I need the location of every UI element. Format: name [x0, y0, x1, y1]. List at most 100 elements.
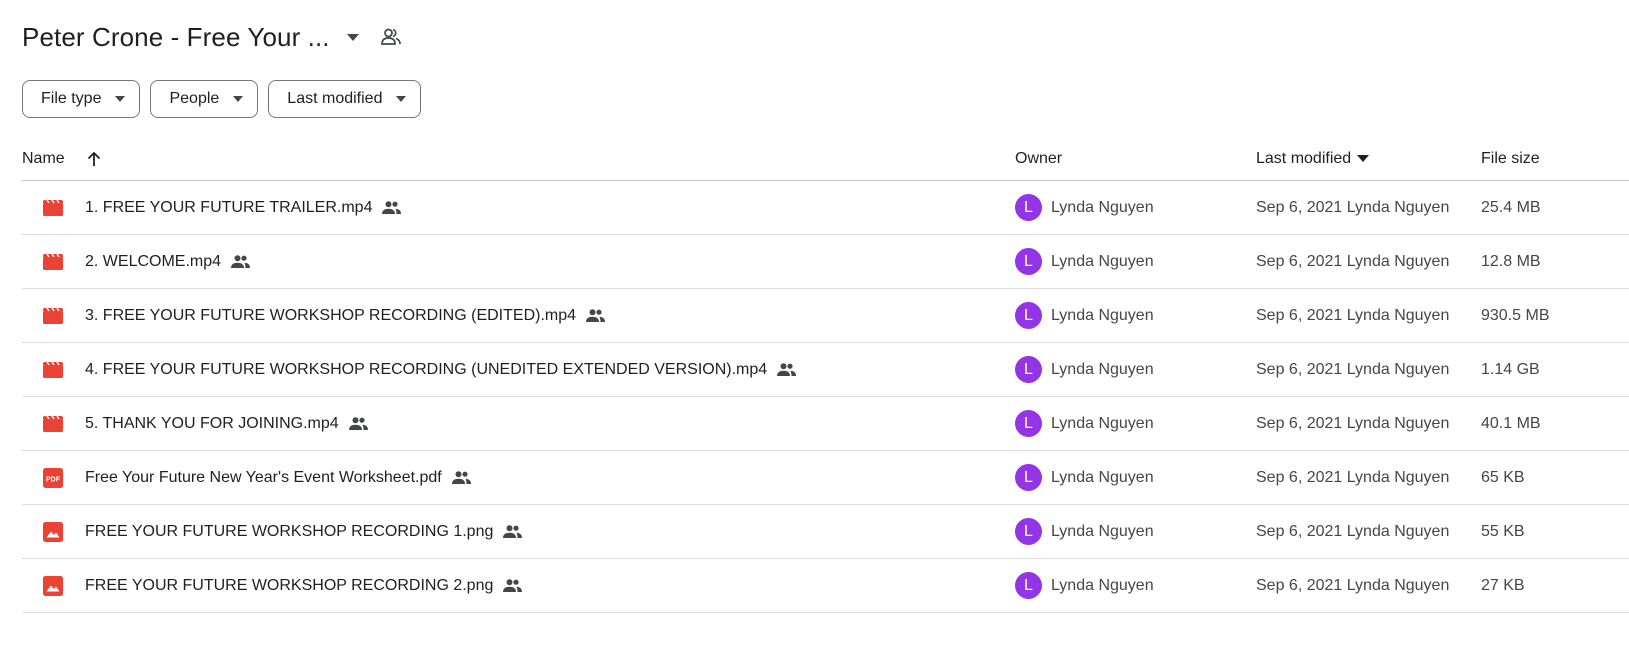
image-icon: [43, 521, 63, 542]
file-name[interactable]: FREE YOUR FUTURE WORKSHOP RECORDING 1.pn…: [85, 523, 493, 541]
avatar: L: [1015, 464, 1042, 491]
owner-cell: L Lynda Nguyen: [1015, 464, 1256, 491]
owner-name: Lynda Nguyen: [1051, 306, 1154, 324]
filter-chip-label: File type: [41, 90, 102, 107]
folder-header: Peter Crone - Free Your ...: [22, 14, 408, 60]
name-cell: FREE YOUR FUTURE WORKSHOP RECORDING 1.pn…: [22, 521, 1015, 542]
shared-people-icon[interactable]: [374, 20, 408, 54]
column-owner-label: Owner: [1015, 149, 1063, 167]
last-modified-text: Sep 6, 2021 Lynda Nguyen: [1256, 252, 1450, 270]
last-modified-text: Sep 6, 2021 Lynda Nguyen: [1256, 522, 1450, 540]
last-modified-text: Sep 6, 2021 Lynda Nguyen: [1256, 306, 1450, 324]
file-size-text: 65 KB: [1481, 468, 1525, 486]
pdf-icon: PDF: [43, 467, 63, 488]
column-owner-header[interactable]: Owner: [1015, 150, 1256, 168]
shared-people-icon: [382, 201, 402, 214]
last-modified-text: Sep 6, 2021 Lynda Nguyen: [1256, 198, 1450, 216]
file-size-cell: 55 KB: [1481, 523, 1629, 541]
table-row[interactable]: FREE YOUR FUTURE WORKSHOP RECORDING 1.pn…: [22, 505, 1629, 559]
table-row[interactable]: 2. WELCOME.mp4 L Lynda Nguyen Sep 6, 2021 L…: [22, 235, 1629, 289]
table-row[interactable]: 1. FREE YOUR FUTURE TRAILER.mp4 L Lynda Ng…: [22, 181, 1629, 235]
file-name[interactable]: 3. FREE YOUR FUTURE WORKSHOP RECORDING (…: [85, 307, 576, 325]
svg-text:PDF: PDF: [46, 476, 61, 483]
column-last-modified-header[interactable]: Last modified: [1256, 150, 1481, 168]
file-name[interactable]: 4. FREE YOUR FUTURE WORKSHOP RECORDING (…: [85, 361, 767, 379]
last-modified-cell: Sep 6, 2021 Lynda Nguyen: [1256, 253, 1481, 271]
file-size-text: 55 KB: [1481, 522, 1525, 540]
file-size-text: 27 KB: [1481, 576, 1525, 594]
video-icon: [43, 198, 63, 218]
name-cell: 4. FREE YOUR FUTURE WORKSHOP RECORDING (…: [22, 360, 1015, 380]
file-name[interactable]: 2. WELCOME.mp4: [85, 253, 221, 271]
last-modified-cell: Sep 6, 2021 Lynda Nguyen: [1256, 577, 1481, 595]
chevron-down-icon: [115, 96, 126, 102]
avatar: L: [1015, 194, 1042, 221]
avatar: L: [1015, 302, 1042, 329]
column-file-size-header[interactable]: File size: [1481, 150, 1629, 168]
last-modified-cell: Sep 6, 2021 Lynda Nguyen: [1256, 361, 1481, 379]
arrow-up-icon[interactable]: [87, 151, 101, 166]
owner-name: Lynda Nguyen: [1051, 576, 1154, 594]
filter-chip-people[interactable]: People: [150, 80, 259, 118]
file-size-cell: 65 KB: [1481, 469, 1629, 487]
file-name[interactable]: FREE YOUR FUTURE WORKSHOP RECORDING 2.pn…: [85, 577, 493, 595]
table-row[interactable]: FREE YOUR FUTURE WORKSHOP RECORDING 2.pn…: [22, 559, 1629, 613]
column-name-label: Name: [22, 149, 65, 167]
avatar: L: [1015, 356, 1042, 383]
shared-people-icon: [586, 309, 606, 322]
drive-folder-view: Peter Crone - Free Your ... File type Peo…: [0, 0, 1629, 654]
file-name[interactable]: 1. FREE YOUR FUTURE TRAILER.mp4: [85, 199, 372, 217]
chevron-down-icon[interactable]: [1357, 155, 1370, 162]
column-last-modified-label: Last modified: [1256, 149, 1352, 167]
chevron-down-icon: [233, 96, 244, 102]
last-modified-text: Sep 6, 2021 Lynda Nguyen: [1256, 468, 1450, 486]
table-row[interactable]: PDF Free Your Future New Year's Event Wor…: [22, 451, 1629, 505]
file-size-text: 12.8 MB: [1481, 252, 1541, 270]
file-name[interactable]: 5. THANK YOU FOR JOINING.mp4: [85, 415, 339, 433]
file-size-text: 930.5 MB: [1481, 306, 1550, 324]
file-size-cell: 12.8 MB: [1481, 253, 1629, 271]
folder-title[interactable]: Peter Crone - Free Your ...: [22, 22, 330, 53]
shared-people-icon: [503, 579, 523, 592]
file-name[interactable]: Free Your Future New Year's Event Worksh…: [85, 469, 442, 487]
chevron-down-icon[interactable]: [336, 20, 370, 54]
file-size-cell: 930.5 MB: [1481, 307, 1629, 325]
owner-cell: L Lynda Nguyen: [1015, 410, 1256, 437]
column-name-header[interactable]: Name: [22, 150, 1015, 168]
file-size-cell: 40.1 MB: [1481, 415, 1629, 433]
filter-chip-label: People: [169, 90, 220, 107]
avatar: L: [1015, 518, 1042, 545]
column-file-size-label: File size: [1481, 149, 1540, 167]
filter-chip-file-type[interactable]: File type: [22, 80, 141, 118]
avatar: L: [1015, 410, 1042, 437]
avatar: L: [1015, 572, 1042, 599]
shared-people-icon: [348, 417, 368, 430]
last-modified-cell: Sep 6, 2021 Lynda Nguyen: [1256, 469, 1481, 487]
table-row[interactable]: 3. FREE YOUR FUTURE WORKSHOP RECORDING (…: [22, 289, 1629, 343]
video-icon: [43, 306, 63, 326]
last-modified-text: Sep 6, 2021 Lynda Nguyen: [1256, 360, 1450, 378]
filter-chip-last-modified[interactable]: Last modified: [268, 80, 422, 118]
video-icon: [43, 414, 63, 434]
owner-name: Lynda Nguyen: [1051, 252, 1154, 270]
shared-people-icon: [777, 363, 797, 376]
video-icon: [43, 252, 63, 272]
name-cell: PDF Free Your Future New Year's Event Wor…: [22, 467, 1015, 488]
name-cell: 5. THANK YOU FOR JOINING.mp4: [22, 414, 1015, 434]
file-size-text: 1.14 GB: [1481, 360, 1540, 378]
owner-name: Lynda Nguyen: [1051, 360, 1154, 378]
owner-cell: L Lynda Nguyen: [1015, 518, 1256, 545]
owner-cell: L Lynda Nguyen: [1015, 572, 1256, 599]
owner-name: Lynda Nguyen: [1051, 198, 1154, 216]
table-row[interactable]: 5. THANK YOU FOR JOINING.mp4 L Lynda Nguye…: [22, 397, 1629, 451]
avatar: L: [1015, 248, 1042, 275]
table-row[interactable]: 4. FREE YOUR FUTURE WORKSHOP RECORDING (…: [22, 343, 1629, 397]
image-icon: [43, 575, 63, 596]
file-rows: 1. FREE YOUR FUTURE TRAILER.mp4 L Lynda Ng…: [22, 181, 1629, 613]
last-modified-cell: Sep 6, 2021 Lynda Nguyen: [1256, 199, 1481, 217]
filter-chip-label: Last modified: [287, 90, 383, 107]
shared-people-icon: [451, 471, 471, 484]
name-cell: FREE YOUR FUTURE WORKSHOP RECORDING 2.pn…: [22, 575, 1015, 596]
owner-cell: L Lynda Nguyen: [1015, 356, 1256, 383]
file-size-cell: 25.4 MB: [1481, 199, 1629, 217]
